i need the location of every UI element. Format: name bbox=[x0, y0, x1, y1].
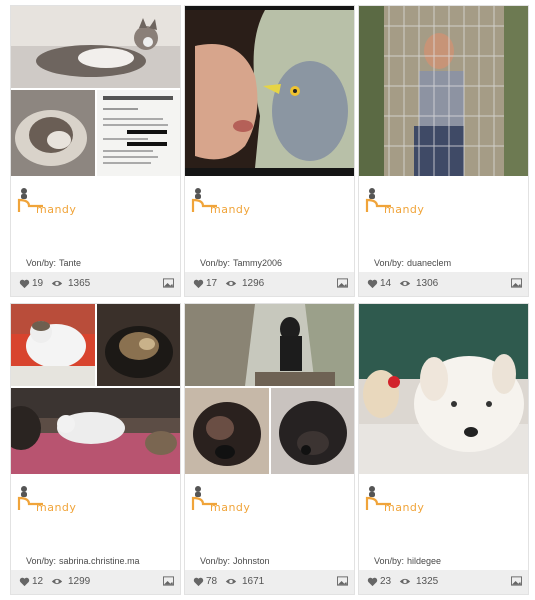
eye-icon bbox=[225, 578, 237, 585]
likes-count: 17 bbox=[206, 278, 218, 289]
views-count: 1671 bbox=[242, 576, 265, 587]
cat-photo[interactable] bbox=[11, 6, 180, 88]
author-line: Von/by: Tante bbox=[26, 258, 81, 268]
likes-count: 14 bbox=[380, 278, 392, 289]
photo-card[interactable]: mandy Von/by: Tammy2006 17 1296 bbox=[184, 5, 355, 297]
card-stats: 17 1296 bbox=[185, 272, 354, 296]
views-count: 1296 bbox=[242, 278, 265, 289]
heart-icon[interactable] bbox=[193, 278, 204, 289]
author-name[interactable]: Tammy2006 bbox=[233, 258, 282, 268]
gallery-icon[interactable] bbox=[163, 576, 174, 586]
card-info: mandy Von/by: Tante bbox=[11, 176, 180, 272]
photo-card[interactable]: mandy Von/by: hildegee 23 1325 bbox=[358, 303, 529, 595]
gallery-icon[interactable] bbox=[163, 278, 174, 288]
eye-icon bbox=[225, 280, 237, 287]
eye-icon bbox=[399, 280, 411, 287]
cat-photo[interactable] bbox=[11, 90, 95, 176]
photo-card[interactable]: mandy Von/by: Tante 19 1365 bbox=[10, 5, 181, 297]
card-stats: 23 1325 bbox=[359, 570, 528, 594]
dog-photo[interactable] bbox=[185, 304, 354, 386]
author-label: Von/by: bbox=[26, 258, 57, 268]
username[interactable]: mandy bbox=[384, 501, 424, 514]
author-label: Von/by: bbox=[200, 556, 231, 566]
photo-collage[interactable] bbox=[359, 6, 528, 176]
author-name[interactable]: sabrina.christine.ma bbox=[59, 556, 140, 566]
cat-photo[interactable] bbox=[97, 304, 180, 386]
likes-count: 23 bbox=[380, 576, 392, 587]
photo-collage[interactable] bbox=[11, 304, 180, 474]
card-info: mandy Von/by: Tammy2006 bbox=[185, 176, 354, 272]
card-stats: 78 1671 bbox=[185, 570, 354, 594]
heart-icon[interactable] bbox=[367, 576, 378, 587]
photo-card[interactable]: mandy Von/by: duaneclem 14 1306 bbox=[358, 5, 529, 297]
eye-icon bbox=[399, 578, 411, 585]
eye-icon bbox=[51, 280, 63, 287]
likes-count: 78 bbox=[206, 576, 218, 587]
heart-icon[interactable] bbox=[19, 278, 30, 289]
eye-icon bbox=[51, 578, 63, 585]
username[interactable]: mandy bbox=[210, 501, 250, 514]
gallery-icon[interactable] bbox=[337, 576, 348, 586]
username[interactable]: mandy bbox=[384, 203, 424, 216]
pigeon-photo[interactable] bbox=[185, 6, 354, 176]
photo-collage[interactable] bbox=[11, 6, 180, 176]
dog-photo[interactable] bbox=[359, 304, 528, 474]
author-name[interactable]: Tante bbox=[59, 258, 81, 268]
author-line: Von/by: Tammy2006 bbox=[200, 258, 282, 268]
heart-icon[interactable] bbox=[19, 576, 30, 587]
man-in-cage-photo[interactable] bbox=[359, 6, 528, 176]
author-name[interactable]: hildegee bbox=[407, 556, 441, 566]
author-name[interactable]: duaneclem bbox=[407, 258, 451, 268]
views-count: 1306 bbox=[416, 278, 439, 289]
card-stats: 12 1299 bbox=[11, 570, 180, 594]
views-count: 1325 bbox=[416, 576, 439, 587]
author-line: Von/by: Johnston bbox=[200, 556, 270, 566]
card-info: mandy Von/by: sabrina.christine.ma bbox=[11, 474, 180, 570]
cat-photo[interactable] bbox=[11, 388, 180, 474]
dog-photo[interactable] bbox=[185, 388, 269, 474]
photo-collage[interactable] bbox=[185, 304, 354, 474]
photo-collage[interactable] bbox=[359, 304, 528, 474]
gallery-icon[interactable] bbox=[511, 278, 522, 288]
heart-icon[interactable] bbox=[367, 278, 378, 289]
username[interactable]: mandy bbox=[210, 203, 250, 216]
author-line: Von/by: duaneclem bbox=[374, 258, 451, 268]
likes-count: 19 bbox=[32, 278, 44, 289]
author-label: Von/by: bbox=[26, 556, 57, 566]
username[interactable]: mandy bbox=[36, 203, 76, 216]
gallery-icon[interactable] bbox=[337, 278, 348, 288]
card-info: mandy Von/by: Johnston bbox=[185, 474, 354, 570]
document-photo[interactable] bbox=[97, 90, 180, 176]
card-stats: 14 1306 bbox=[359, 272, 528, 296]
card-info: mandy Von/by: duaneclem bbox=[359, 176, 528, 272]
card-stats: 19 1365 bbox=[11, 272, 180, 296]
views-count: 1365 bbox=[68, 278, 91, 289]
likes-count: 12 bbox=[32, 576, 44, 587]
author-name[interactable]: Johnston bbox=[233, 556, 270, 566]
photo-card[interactable]: mandy Von/by: Johnston 78 1671 bbox=[184, 303, 355, 595]
author-label: Von/by: bbox=[374, 258, 405, 268]
card-info: mandy Von/by: hildegee bbox=[359, 474, 528, 570]
photo-card[interactable]: mandy Von/by: sabrina.christine.ma 12 129… bbox=[10, 303, 181, 595]
dog-photo[interactable] bbox=[271, 388, 354, 474]
cat-photo[interactable] bbox=[11, 304, 95, 386]
username[interactable]: mandy bbox=[36, 501, 76, 514]
author-line: Von/by: hildegee bbox=[374, 556, 441, 566]
photo-collage[interactable] bbox=[185, 6, 354, 176]
heart-icon[interactable] bbox=[193, 576, 204, 587]
author-label: Von/by: bbox=[200, 258, 231, 268]
author-line: Von/by: sabrina.christine.ma bbox=[26, 556, 140, 566]
gallery-icon[interactable] bbox=[511, 576, 522, 586]
author-label: Von/by: bbox=[374, 556, 405, 566]
views-count: 1299 bbox=[68, 576, 91, 587]
